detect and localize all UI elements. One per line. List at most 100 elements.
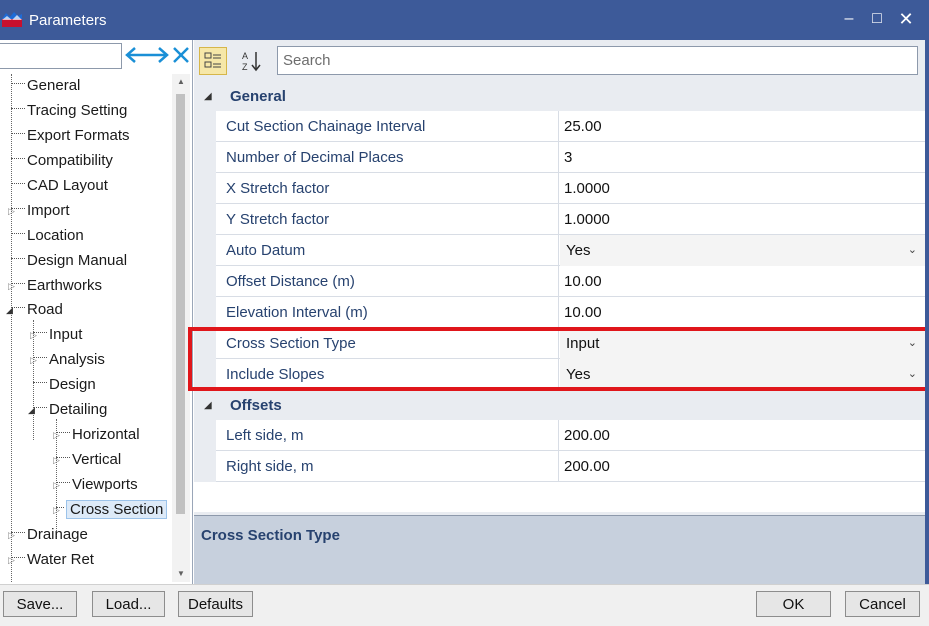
- tree-item-location[interactable]: Location: [11, 224, 84, 248]
- property-grid: ◢ General Cut Section Chainage Interval …: [188, 82, 929, 554]
- tree-item-design[interactable]: Design: [33, 373, 96, 397]
- scroll-down-icon[interactable]: ▼: [172, 566, 190, 582]
- clear-icon[interactable]: [172, 44, 190, 66]
- property-name: Right side, m: [216, 451, 559, 482]
- property-row[interactable]: Cross Section Type Input ⌄: [194, 328, 925, 359]
- expand-icon[interactable]: ▷: [8, 274, 15, 298]
- tree-item-vertical[interactable]: ▷ Vertical: [53, 448, 121, 472]
- property-name: Include Slopes: [216, 359, 559, 390]
- collapse-icon[interactable]: ◢: [6, 298, 13, 322]
- load-button[interactable]: Load...: [92, 591, 165, 617]
- property-row[interactable]: Include Slopes Yes ⌄: [194, 359, 925, 390]
- categorized-icon: [204, 52, 221, 68]
- property-search-input[interactable]: [277, 46, 918, 75]
- tree-item-horizontal[interactable]: ▷ Horizontal: [53, 423, 140, 447]
- expand-icon[interactable]: ▷: [8, 523, 15, 547]
- tree-scrollbar[interactable]: ▲ ▼: [172, 74, 190, 582]
- tree-item-cad-layout[interactable]: CAD Layout: [11, 174, 108, 198]
- tree-item-detailing[interactable]: ◢ Detailing: [28, 398, 107, 422]
- property-name: Y Stretch factor: [216, 204, 559, 235]
- expand-icon[interactable]: ▷: [53, 498, 60, 522]
- defaults-button[interactable]: Defaults: [178, 591, 253, 617]
- property-row[interactable]: Number of Decimal Places 3: [194, 142, 925, 173]
- expand-icon[interactable]: ▷: [53, 448, 60, 472]
- property-row[interactable]: X Stretch factor 1.0000: [194, 173, 925, 204]
- tree-item-general[interactable]: General: [11, 74, 80, 98]
- property-name: Number of Decimal Places: [216, 142, 559, 173]
- expand-icon[interactable]: ▷: [8, 199, 15, 223]
- categorized-view-button[interactable]: [199, 47, 227, 75]
- chevron-down-icon[interactable]: ⌄: [908, 328, 917, 359]
- collapse-icon[interactable]: ◢: [28, 398, 35, 422]
- expand-icon[interactable]: ▷: [30, 348, 37, 372]
- property-value[interactable]: 200.00: [560, 420, 925, 451]
- tree-search-input[interactable]: [0, 43, 122, 69]
- property-name: Cut Section Chainage Interval: [216, 111, 559, 142]
- tree-item-cross-section[interactable]: ▷ Cross Section: [53, 498, 168, 522]
- save-button[interactable]: Save...: [3, 591, 77, 617]
- sort-az-icon: A Z: [242, 51, 261, 72]
- category-offsets[interactable]: ◢ Offsets: [194, 391, 925, 420]
- expand-icon[interactable]: ▷: [30, 323, 37, 347]
- property-value[interactable]: 1.0000: [560, 204, 925, 235]
- tree-item-input[interactable]: ▷ Input: [30, 323, 82, 347]
- expand-icon[interactable]: ▷: [53, 473, 60, 497]
- tree-item-road[interactable]: ◢ Road: [6, 298, 63, 322]
- property-row[interactable]: Offset Distance (m) 10.00: [194, 266, 925, 297]
- ok-button[interactable]: OK: [756, 591, 831, 617]
- property-value[interactable]: 25.00: [560, 111, 925, 142]
- property-value[interactable]: 10.00: [560, 266, 925, 297]
- tree-item-compatibility[interactable]: Compatibility: [11, 149, 113, 173]
- property-dropdown[interactable]: Input ⌄: [560, 328, 925, 359]
- property-dropdown[interactable]: Yes ⌄: [560, 359, 925, 390]
- tree-item-viewports[interactable]: ▷ Viewports: [53, 473, 138, 497]
- property-row[interactable]: Cut Section Chainage Interval 25.00: [194, 111, 925, 142]
- tree-item-design-manual[interactable]: Design Manual: [11, 249, 127, 273]
- button-bar: Save... Load... Defaults OK Cancel: [0, 584, 929, 626]
- collapse-icon[interactable]: ◢: [204, 391, 212, 420]
- tree-item-export-formats[interactable]: Export Formats: [11, 124, 130, 148]
- expand-icon[interactable]: ▷: [53, 423, 60, 447]
- scroll-up-icon[interactable]: ▲: [172, 74, 190, 90]
- chevron-down-icon[interactable]: ⌄: [908, 359, 917, 390]
- svg-text:Z: Z: [242, 62, 248, 72]
- property-value[interactable]: 10.00: [560, 297, 925, 328]
- property-value[interactable]: 3: [560, 142, 925, 173]
- property-toolbar: A Z: [194, 40, 925, 80]
- maximize-button[interactable]: □: [866, 8, 888, 30]
- property-row[interactable]: Auto Datum Yes ⌄: [194, 235, 925, 266]
- close-button[interactable]: ✕: [895, 8, 917, 30]
- cancel-button[interactable]: Cancel: [845, 591, 920, 617]
- description-title: Cross Section Type: [201, 527, 340, 544]
- property-name: Cross Section Type: [216, 328, 559, 359]
- property-name: X Stretch factor: [216, 173, 559, 204]
- resize-arrow-icon[interactable]: [124, 44, 170, 66]
- property-row[interactable]: Right side, m 200.00: [194, 451, 925, 482]
- property-value[interactable]: 1.0000: [560, 173, 925, 204]
- expand-icon[interactable]: ▷: [8, 548, 15, 572]
- svg-text:A: A: [242, 51, 248, 61]
- scroll-thumb[interactable]: [176, 94, 185, 514]
- property-row[interactable]: Left side, m 200.00: [194, 420, 925, 451]
- tree-item-analysis[interactable]: ▷ Analysis: [30, 348, 105, 372]
- tree-item-drainage[interactable]: ▷ Drainage: [8, 523, 88, 547]
- property-name: Offset Distance (m): [216, 266, 559, 297]
- minimize-button[interactable]: ‒: [838, 8, 860, 30]
- window-border: [925, 40, 929, 584]
- property-row[interactable]: Elevation Interval (m) 10.00: [194, 297, 925, 328]
- tree-item-import[interactable]: ▷ Import: [8, 199, 70, 223]
- window-title: Parameters: [29, 12, 107, 29]
- property-row[interactable]: Y Stretch factor 1.0000: [194, 204, 925, 235]
- tree-item-water-ret[interactable]: ▷ Water Ret: [8, 548, 94, 572]
- alphabetical-view-button[interactable]: A Z: [238, 47, 266, 75]
- tree-item-tracing-setting[interactable]: Tracing Setting: [11, 99, 127, 123]
- chevron-down-icon[interactable]: ⌄: [908, 235, 917, 266]
- property-value[interactable]: 200.00: [560, 451, 925, 482]
- category-general[interactable]: ◢ General: [194, 82, 925, 111]
- tree-item-earthworks[interactable]: ▷ Earthworks: [8, 274, 102, 298]
- property-pane: A Z ◢ General Cut Section Chainage Inter…: [188, 40, 929, 584]
- property-dropdown[interactable]: Yes ⌄: [560, 235, 925, 266]
- property-name: Auto Datum: [216, 235, 559, 266]
- property-name: Elevation Interval (m): [216, 297, 559, 328]
- collapse-icon[interactable]: ◢: [204, 82, 212, 111]
